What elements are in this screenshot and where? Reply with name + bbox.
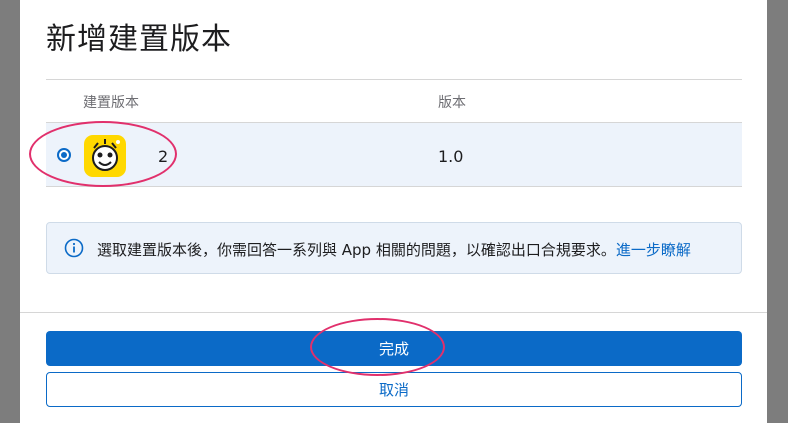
backdrop bbox=[0, 0, 20, 423]
app-icon bbox=[84, 135, 126, 177]
column-header-version: 版本 bbox=[438, 95, 466, 111]
column-header-build: 建置版本 bbox=[83, 95, 139, 111]
smiley-face-icon bbox=[92, 139, 120, 171]
build-row[interactable]: 2 1.0 bbox=[46, 122, 742, 187]
info-banner: 選取建置版本後，你需回答一系列與 App 相關的問題，以確認出口合規要求。進一步… bbox=[46, 222, 742, 274]
dialog-title: 新增建置版本 bbox=[46, 22, 232, 57]
build-number: 2 bbox=[158, 147, 169, 166]
done-button[interactable]: 完成 bbox=[46, 331, 742, 366]
cancel-button[interactable]: 取消 bbox=[46, 372, 742, 407]
learn-more-link[interactable]: 進一步瞭解 bbox=[616, 241, 691, 259]
version-number: 1.0 bbox=[438, 147, 464, 166]
build-radio-button[interactable] bbox=[57, 148, 71, 162]
add-build-dialog: 新增建置版本 建置版本 版本 2 1.0 選取建置版本後，你需回答一系列與 Ap… bbox=[20, 0, 767, 423]
divider bbox=[20, 312, 767, 313]
info-text: 選取建置版本後，你需回答一系列與 App 相關的問題，以確認出口合規要求。進一步… bbox=[97, 239, 691, 260]
divider bbox=[46, 79, 742, 80]
info-message: 選取建置版本後，你需回答一系列與 App 相關的問題，以確認出口合規要求。 bbox=[97, 241, 616, 259]
backdrop bbox=[767, 0, 788, 423]
radio-selected-dot bbox=[61, 152, 67, 158]
info-icon bbox=[64, 238, 84, 258]
